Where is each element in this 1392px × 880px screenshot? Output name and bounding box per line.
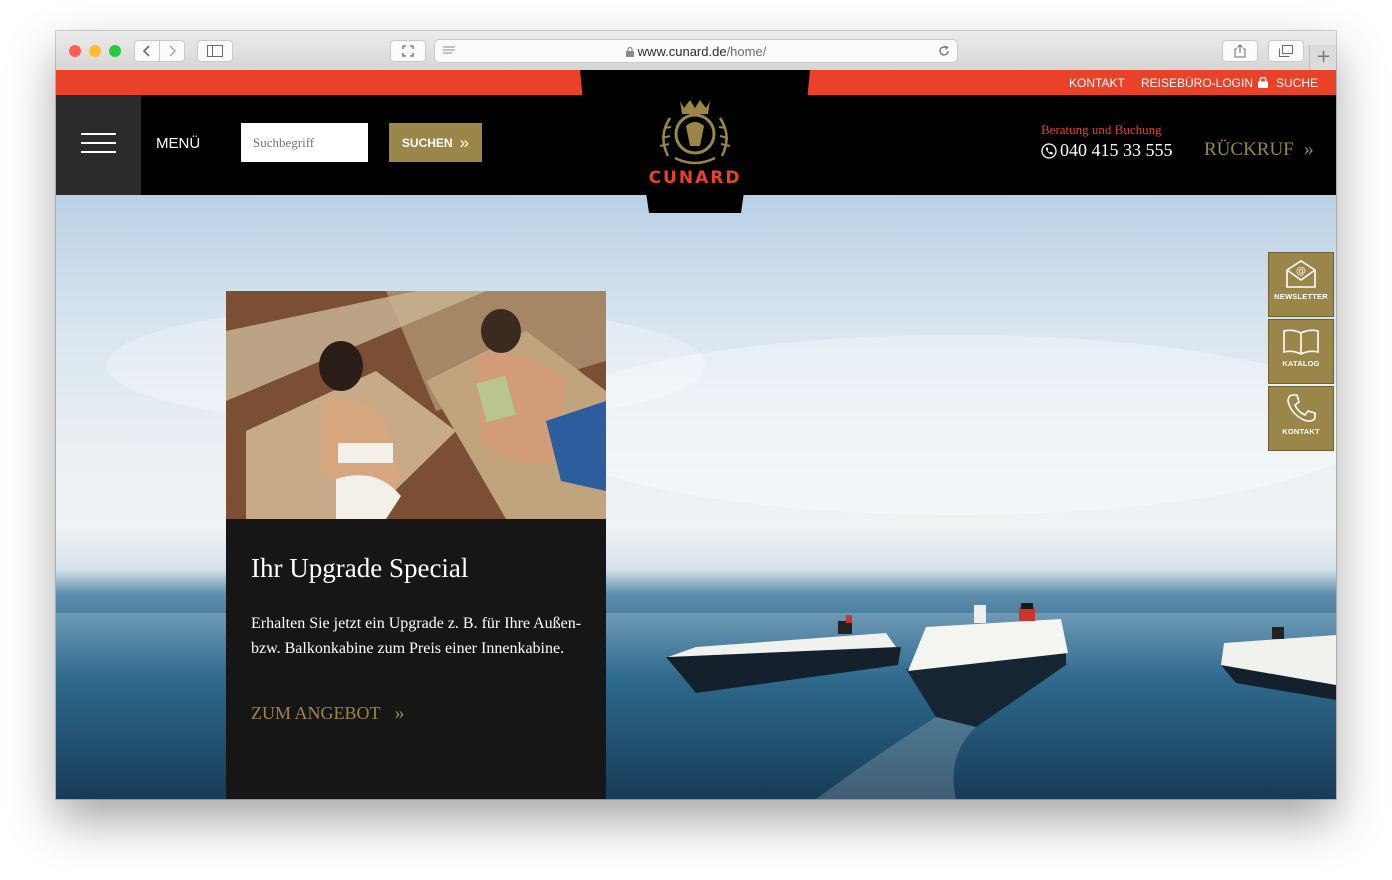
hamburger-icon	[81, 133, 116, 135]
cunard-logo[interactable]: CUNARD	[640, 96, 750, 191]
promo-title: Ihr Upgrade Special	[251, 553, 469, 583]
logo-wordmark: CUNARD	[648, 168, 742, 188]
phone-handset-icon	[1287, 394, 1316, 422]
newsletter-button[interactable]: @ NEWSLETTER	[1269, 253, 1333, 316]
sidebar-icon	[207, 45, 223, 57]
back-icon	[142, 45, 150, 57]
catalog-label: KATALOG	[1282, 359, 1320, 368]
promo-card[interactable]: Ihr Upgrade Special Erhalten Sie jetzt e…	[226, 291, 606, 799]
fullscreen-button[interactable]	[390, 40, 426, 62]
phone-icon	[1041, 142, 1057, 159]
promo-cta-link[interactable]: ZUM ANGEBOT »	[251, 702, 405, 725]
search-input[interactable]	[241, 123, 368, 162]
minimize-window-button[interactable]	[89, 45, 101, 57]
double-chevron-icon: »	[394, 702, 405, 724]
address-bar[interactable]: www.cunard.de/home/	[434, 39, 958, 63]
svg-text:@: @	[1296, 266, 1306, 277]
tabs-icon	[1279, 45, 1293, 57]
zoom-window-button[interactable]	[109, 45, 121, 57]
book-icon	[1283, 329, 1319, 355]
sunbathing-couple-photo	[226, 291, 606, 519]
utility-link-suche[interactable]: SUCHE	[1276, 76, 1318, 90]
promo-image	[226, 291, 606, 519]
consult-label: Beratung und Buchung	[1041, 122, 1162, 137]
padlock-icon	[1258, 76, 1269, 88]
forward-icon	[169, 45, 177, 57]
browser-toolbar: www.cunard.de/home/	[56, 31, 1336, 71]
reisebuero-login-label: REISEBÜRO-LOGIN	[1141, 76, 1254, 90]
url-text: www.cunard.de/home/	[435, 44, 957, 59]
callback-link[interactable]: RÜCKRUF »	[1204, 138, 1314, 161]
newsletter-label: NEWSLETTER	[1274, 292, 1328, 301]
contact-side-label: KONTAKT	[1282, 427, 1320, 436]
url-path: /home/	[726, 44, 767, 59]
menu-toggle[interactable]	[56, 95, 141, 195]
share-button[interactable]	[1222, 40, 1258, 62]
hamburger-icon-line	[81, 142, 116, 144]
utility-link-kontakt[interactable]: KONTAKT	[1069, 76, 1125, 90]
envelope-icon: @	[1286, 260, 1316, 288]
promo-body: Erhalten Sie jetzt ein Upgrade z. B. für…	[251, 615, 582, 657]
back-button[interactable]	[134, 40, 160, 62]
catalog-button[interactable]: KATALOG	[1269, 320, 1333, 383]
utility-link-reisebuero-login[interactable]: REISEBÜRO-LOGIN	[1141, 76, 1269, 90]
browser-window: www.cunard.de/home/ + KONTAKT REISEBÜRO-…	[56, 31, 1336, 799]
crest-icon	[659, 100, 731, 165]
double-chevron-icon: »	[1303, 138, 1314, 160]
phone-number-text: 040 415 33 555	[1060, 140, 1173, 160]
search-button[interactable]: SUCHEN »	[389, 123, 482, 162]
reload-icon[interactable]	[938, 45, 950, 57]
url-domain: www.cunard.de	[637, 44, 727, 59]
callback-label: RÜCKRUF	[1204, 138, 1294, 160]
sidebar-button[interactable]	[197, 40, 233, 62]
lock-icon	[625, 46, 634, 57]
hamburger-icon-line	[81, 151, 116, 153]
fullscreen-icon	[402, 45, 414, 57]
contact-side-button[interactable]: KONTAKT	[1269, 387, 1333, 450]
double-chevron-icon: »	[459, 132, 470, 152]
close-window-button[interactable]	[69, 45, 81, 57]
tabs-button[interactable]	[1268, 40, 1304, 62]
share-icon	[1234, 44, 1246, 58]
new-tab-icon[interactable]: +	[1309, 45, 1336, 70]
search-button-label: SUCHEN	[401, 135, 453, 150]
phone-number[interactable]: 040 415 33 555	[1041, 140, 1173, 161]
promo-cta-label: ZUM ANGEBOT	[251, 703, 381, 723]
menu-label[interactable]: MENÜ	[156, 135, 200, 152]
forward-button[interactable]	[159, 40, 185, 62]
